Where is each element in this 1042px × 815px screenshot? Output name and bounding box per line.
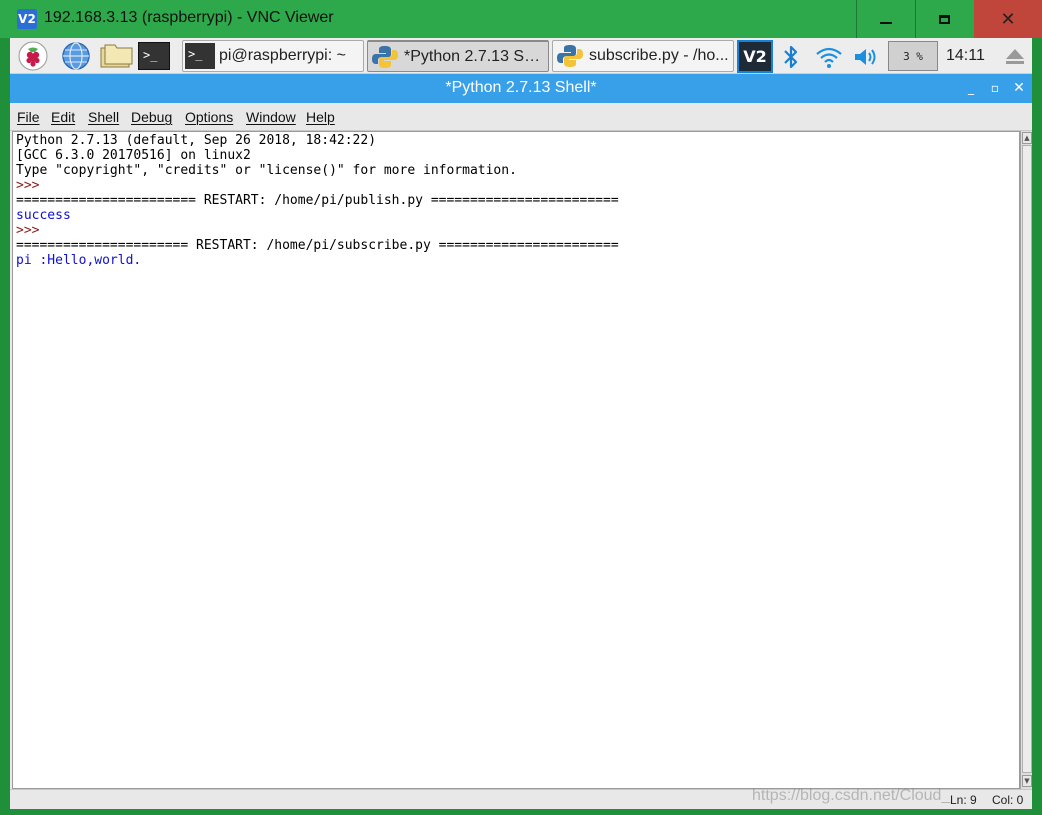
shell-text-area[interactable]: Python 2.7.13 (default, Sep 26 2018, 18:… [12, 131, 1020, 789]
shell-prompt: >>> [16, 178, 48, 193]
scrollbar-thumb[interactable] [1022, 145, 1032, 773]
line-number: Ln: 9 [950, 793, 977, 807]
menu-options[interactable]: Options [185, 109, 233, 125]
menu-shell[interactable]: Shell [88, 109, 119, 125]
program-output: success [16, 208, 71, 223]
menu-help[interactable]: Help [306, 109, 335, 125]
clock[interactable]: 14:11 [946, 47, 985, 65]
idle-minimize-button[interactable]: _ [963, 80, 979, 96]
wifi-button[interactable] [814, 45, 844, 69]
taskbar-item-label: subscribe.py - /ho... [589, 47, 729, 64]
vnc-server-tray-icon[interactable]: V2 [737, 40, 773, 73]
eject-icon [1006, 49, 1024, 64]
idle-maximize-button[interactable]: ▫ [987, 80, 1003, 96]
folder-icon [100, 44, 133, 68]
taskbar-item-python-shell[interactable]: *Python 2.7.13 She... [367, 40, 549, 72]
taskbar-item-label: *Python 2.7.13 She... [404, 47, 548, 65]
eject-button[interactable] [1004, 48, 1026, 66]
cpu-usage-monitor: 3 % [888, 41, 938, 71]
idle-window-title: *Python 2.7.13 Shell* [445, 79, 597, 96]
menu-edit[interactable]: Edit [51, 109, 75, 125]
bluetooth-icon [784, 45, 798, 69]
shell-line: [GCC 6.3.0 20170516] on linux2 [16, 148, 251, 163]
shell-prompt: >>> [16, 223, 48, 238]
window-title: 192.168.3.13 (raspberrypi) - VNC Viewer [44, 9, 334, 26]
taskbar-item-terminal[interactable]: >_ pi@raspberrypi: ~ [182, 40, 364, 72]
vnc-viewer-icon: V2 [17, 9, 37, 29]
python-icon [557, 45, 583, 67]
close-button[interactable]: ✕ [974, 0, 1042, 38]
vnc-titlebar: V2 192.168.3.13 (raspberrypi) - VNC View… [0, 0, 1042, 38]
minimize-button[interactable] [856, 0, 914, 38]
speaker-icon [855, 49, 876, 65]
menu-bar: File Edit Shell Debug Options Window Hel… [10, 103, 1032, 131]
idle-titlebar: *Python 2.7.13 Shell* _ ▫ ✕ [10, 74, 1032, 103]
close-icon: ✕ [1000, 8, 1016, 30]
volume-button[interactable] [852, 45, 880, 69]
taskbar-panel: >_ >_ pi@raspberrypi: ~ *Python 2.7.13 S… [10, 38, 1032, 74]
bluetooth-button[interactable] [780, 44, 802, 70]
terminal-launcher[interactable]: >_ [138, 42, 170, 70]
minimize-icon [879, 22, 892, 24]
terminal-icon: >_ [185, 43, 215, 69]
restart-banner: ====================== RESTART: /home/pi… [16, 238, 619, 253]
restart-banner: ======================= RESTART: /home/p… [16, 193, 619, 208]
file-manager-launcher[interactable] [99, 42, 133, 70]
maximize-icon [939, 14, 950, 24]
menu-window[interactable]: Window [246, 109, 296, 125]
program-output: pi :Hello,world. [16, 253, 142, 268]
raspberry-pi-icon [18, 41, 48, 71]
taskbar-item-label: pi@raspberrypi: ~ [219, 47, 346, 64]
web-browser-launcher[interactable] [61, 41, 91, 71]
taskbar-item-subscribe-editor[interactable]: subscribe.py - /ho... [552, 40, 734, 72]
raspberry-pi-menu-button[interactable] [18, 41, 48, 71]
wifi-icon [816, 47, 842, 68]
globe-icon [62, 42, 90, 70]
watermark: https://blog.csdn.net/Cloud_ [752, 787, 951, 804]
python-icon [372, 45, 398, 68]
menu-debug[interactable]: Debug [131, 109, 172, 125]
shell-line: Type "copyright", "credits" or "license(… [16, 163, 517, 178]
maximize-button[interactable] [915, 0, 973, 38]
idle-close-button[interactable]: ✕ [1011, 80, 1027, 96]
column-number: Col: 0 [992, 793, 1024, 807]
vertical-scrollbar[interactable]: ▲ ▼ [1020, 131, 1032, 789]
menu-file[interactable]: File [17, 109, 40, 125]
terminal-icon: >_ [143, 48, 158, 62]
scroll-up-button[interactable]: ▲ [1022, 132, 1032, 144]
scroll-down-button[interactable]: ▼ [1022, 775, 1032, 787]
shell-line: Python 2.7.13 (default, Sep 26 2018, 18:… [16, 133, 377, 148]
remote-desktop: >_ >_ pi@raspberrypi: ~ *Python 2.7.13 S… [10, 38, 1032, 809]
